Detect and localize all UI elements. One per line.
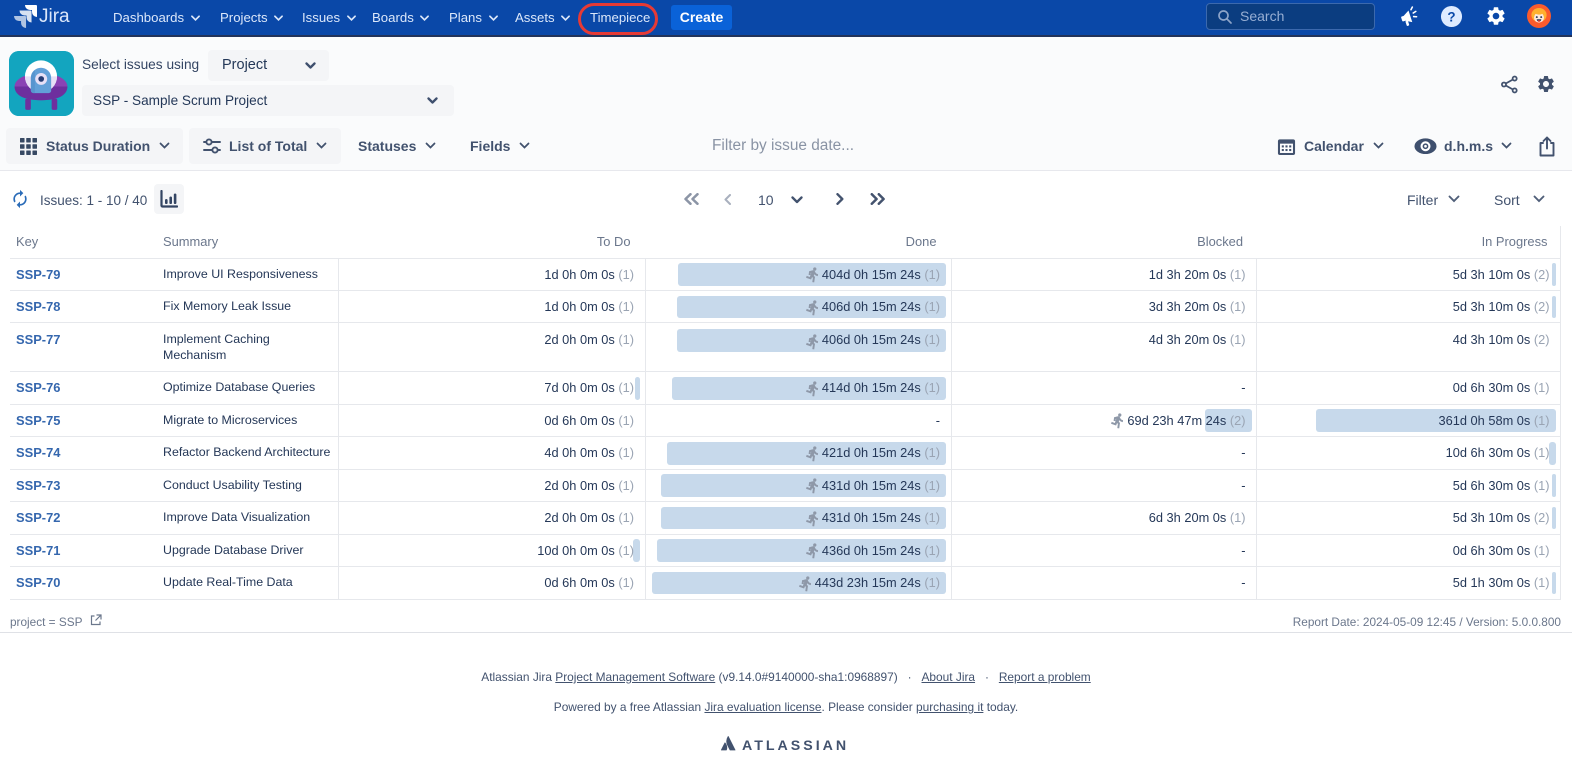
svg-text:ATLASSIAN: ATLASSIAN <box>742 738 849 753</box>
svg-text:?: ? <box>1447 9 1455 24</box>
